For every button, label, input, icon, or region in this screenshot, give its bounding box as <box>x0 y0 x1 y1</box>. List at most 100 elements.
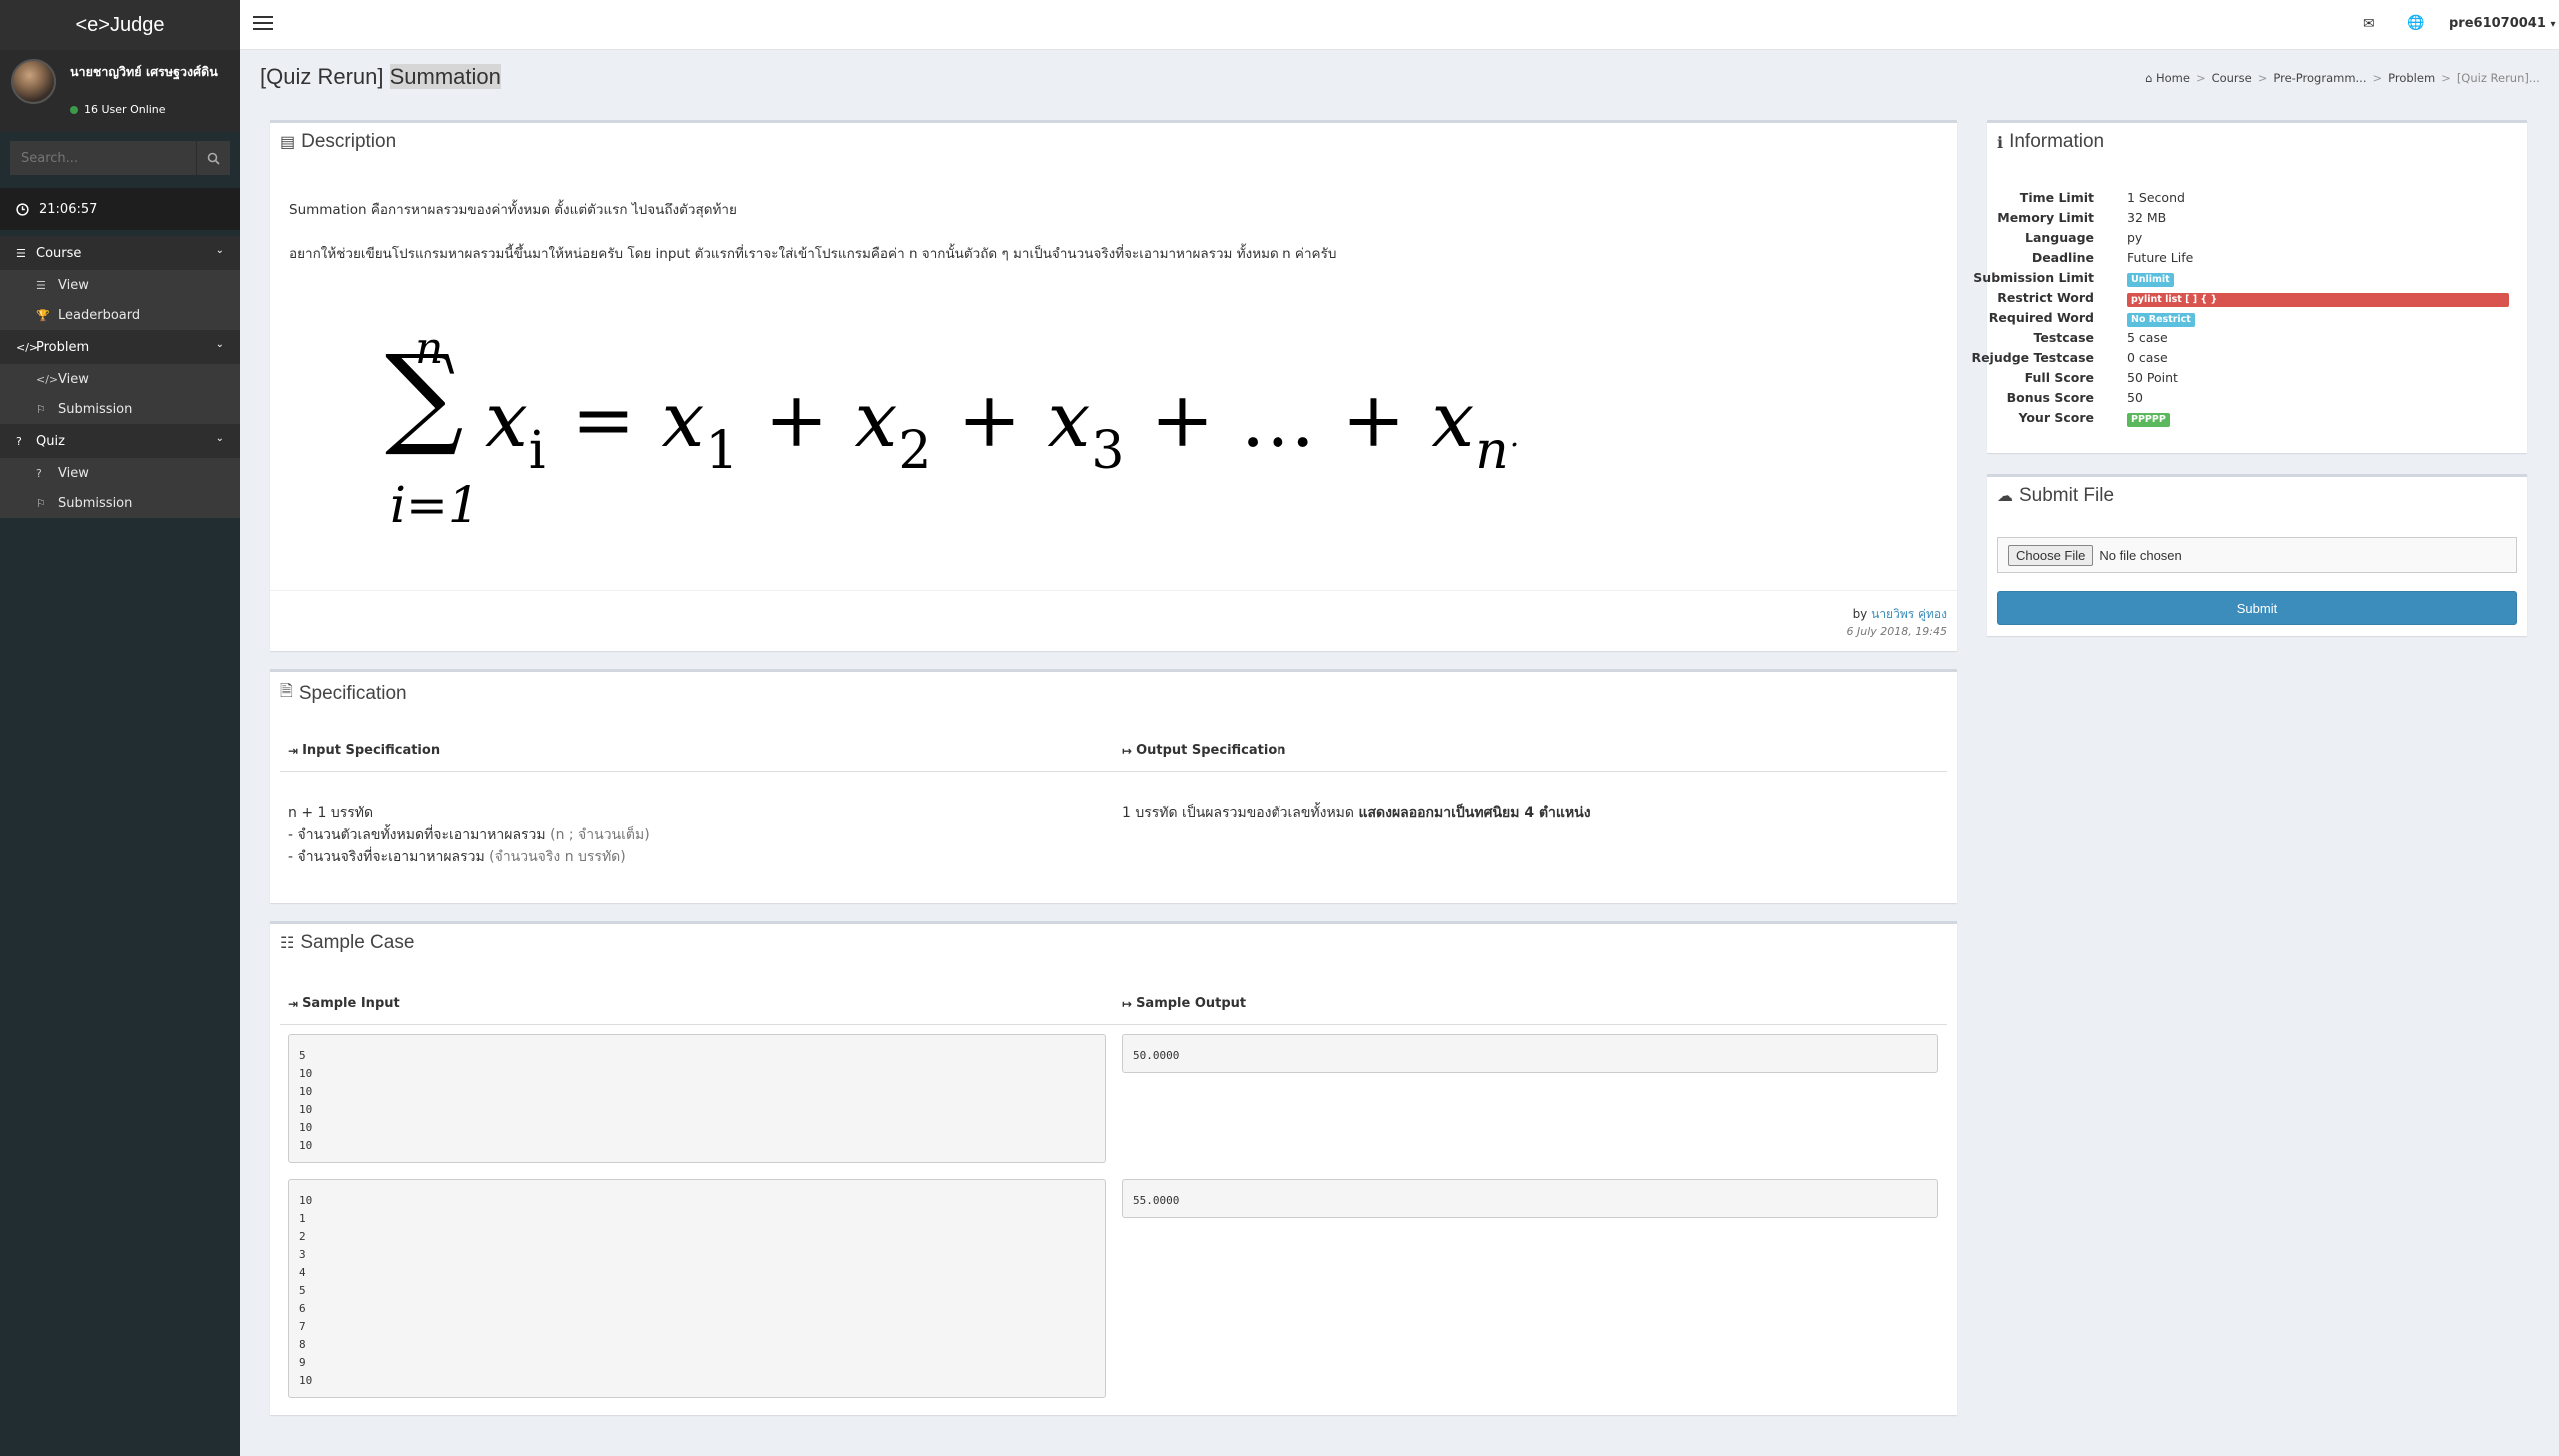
chevron-down-icon: ⌄ <box>215 339 224 350</box>
formula-subscript: 3 <box>1091 421 1126 481</box>
sample-case-title: ☷ Sample Case <box>280 932 414 954</box>
info-row: Testcase 5 case <box>1987 330 2547 350</box>
formula-term: x <box>485 375 529 464</box>
info-value: 5 case <box>2127 330 2168 345</box>
information-box: i Information Time Limit 1 Second Memory Li… <box>1971 120 2527 453</box>
file-input[interactable]: Choose File No file chosen <box>1997 537 2517 573</box>
sidebar-item-problem-view[interactable]: </> View <box>0 364 240 394</box>
sidebar-section-course[interactable]: ☰ Course ⌄ <box>0 236 240 270</box>
info-badge: PPPPP <box>2127 410 2170 427</box>
brand-logo[interactable]: <e>Judge <box>0 0 240 50</box>
sidebar-section-quiz[interactable]: ? Quiz ⌄ <box>0 424 240 458</box>
info-row: Deadline Future Life <box>1987 250 2547 270</box>
info-row: Submission Limit Unlimit <box>1973 270 2547 290</box>
sidebar: <e>Judge นายชาญวิทย์ เศรษฐวงศ์ดิน 16 Use… <box>0 0 240 1456</box>
flag-icon: ⚐ <box>36 496 46 510</box>
quiz-submenu: ? View ⚐ Submission <box>0 458 240 518</box>
formula-term: x <box>661 375 706 464</box>
sidebar-item-quiz-submission[interactable]: ⚐ Submission <box>0 488 240 518</box>
sample-input-block[interactable]: 5 10 10 10 10 10 <box>288 1034 1106 1163</box>
sidebar-item-label: View <box>58 371 89 387</box>
info-icon: i <box>1997 132 2004 152</box>
formula-subscript: 2 <box>898 421 933 481</box>
formula-plus: + <box>739 375 855 464</box>
info-row: Your Score PPPPP <box>1987 410 2547 430</box>
choose-file-button[interactable]: Choose File <box>2008 544 2094 566</box>
title-prefix: [Quiz Rerun] <box>260 64 390 89</box>
input-spec-line: n + 1 บรรทัด <box>288 802 373 824</box>
section-label: Quiz <box>36 433 65 449</box>
list-ol-icon: ☷ <box>280 935 295 952</box>
globe-icon[interactable]: 🌐 <box>2407 15 2424 31</box>
clock-time: 21:06:57 <box>39 201 98 217</box>
info-row: Memory Limit 32 MB <box>1987 210 2547 230</box>
info-row: Time Limit 1 Second <box>1987 190 2547 210</box>
spec-text: 1 บรรทัด เป็นผลรวมของตัวเลขทั้งหมด <box>1122 805 1359 821</box>
sidebar-item-quiz-view[interactable]: ? View <box>0 458 240 488</box>
info-key: Testcase <box>2033 330 2094 345</box>
specification-title: 🗎 Specification <box>280 680 407 707</box>
info-row: Language py <box>1987 230 2547 250</box>
chevron-down-icon: ⌄ <box>215 433 224 444</box>
sample-output-block[interactable]: 55.0000 <box>1122 1179 1938 1218</box>
info-value: 0 case <box>2127 350 2168 365</box>
formula-end: . <box>1509 419 1521 454</box>
code-icon: </> <box>36 372 59 386</box>
info-value: py <box>2127 230 2143 245</box>
sample-output-header: ↦ Sample Output <box>1122 996 1246 1011</box>
sidebar-item-course-view[interactable]: ☰ View <box>0 270 240 300</box>
author-byline: by นายวิพร คู่ทอง <box>1853 605 1947 624</box>
specification-box: 🗎 Specification ⇥ Input Specification ↦ Out… <box>270 669 1957 903</box>
input-spec-line: - จำนวนจริงที่จะเอามาหาผลรวม (จำนวนจริง … <box>288 846 626 868</box>
info-key: Required Word <box>1988 310 2094 325</box>
divider <box>270 590 1957 591</box>
author-link[interactable]: นายวิพร คู่ทอง <box>1871 607 1947 621</box>
sidebar-item-leaderboard[interactable]: 🏆 Leaderboard <box>0 300 240 330</box>
formula-term: x <box>1431 375 1476 464</box>
info-key: Language <box>2024 230 2094 245</box>
top-navbar: ✉ 🌐 pre61070041 ▾ <box>240 0 2559 50</box>
sidebar-toggle-button[interactable] <box>253 16 273 32</box>
post-date: 6 July 2018, 19:45 <box>1846 625 1947 638</box>
search-button[interactable] <box>196 141 230 175</box>
submit-button[interactable]: Submit <box>1997 591 2517 625</box>
page-title: [Quiz Rerun] Summation <box>260 64 501 90</box>
sidebar-item-label: Submission <box>58 401 133 417</box>
sidebar-section-problem[interactable]: </> Problem ⌄ <box>0 330 240 364</box>
file-status: No file chosen <box>2099 547 2182 563</box>
formula-term: x <box>854 375 899 464</box>
by-label: by <box>1852 607 1868 621</box>
info-value: 32 MB <box>2127 210 2167 225</box>
sidebar-item-problem-submission[interactable]: ⚐ Submission <box>0 394 240 424</box>
search-input[interactable] <box>10 141 196 175</box>
formula-sigma: ∑ <box>385 331 464 459</box>
info-key: Memory Limit <box>1997 210 2094 225</box>
mail-icon[interactable]: ✉ <box>2363 16 2375 32</box>
submit-file-box: ☁ Submit File Choose File No file chosen … <box>1987 474 2527 636</box>
question-icon: ? <box>36 466 42 480</box>
information-title-text: Information <box>2009 131 2105 152</box>
breadcrumb-home[interactable]: Home <box>2156 71 2190 85</box>
info-badge: pylint list [ ] { } <box>2127 290 2509 307</box>
sample-input-block[interactable]: 10 1 2 3 4 5 6 7 8 9 10 <box>288 1179 1106 1398</box>
user-menu[interactable]: pre61070041 ▾ <box>2449 16 2555 31</box>
information-title: i Information <box>1997 131 2104 153</box>
breadcrumb-current: [Quiz Rerun]... <box>2456 71 2540 85</box>
specification-title-text: Specification <box>298 682 407 704</box>
sign-out-icon: ↦ <box>1122 743 1133 758</box>
info-badge: Unlimit <box>2127 270 2174 287</box>
formula-term: x <box>1047 375 1092 464</box>
info-key: Your Score <box>2018 410 2094 425</box>
sample-output-block[interactable]: 50.0000 <box>1122 1034 1938 1073</box>
breadcrumb-pre-programming[interactable]: Pre-Programm... <box>2273 71 2366 85</box>
status-badge: Unlimit <box>2127 273 2174 287</box>
breadcrumb-problem[interactable]: Problem <box>2388 71 2435 85</box>
output-spec-header-text: Output Specification <box>1136 743 1286 758</box>
sidebar-menu: ☰ Course ⌄ ☰ View 🏆 Leaderboard </> Proble… <box>0 236 240 518</box>
sidebar-item-label: Leaderboard <box>58 307 141 323</box>
formula-equals: = <box>546 375 662 464</box>
caret-down-icon: ▾ <box>2550 19 2556 30</box>
spec-text: n + 1 บรรทัด <box>288 805 374 821</box>
description-box: ▤ Description Summation คือการหาผลรวมของค… <box>270 120 1957 651</box>
breadcrumb-course[interactable]: Course <box>2212 71 2252 85</box>
